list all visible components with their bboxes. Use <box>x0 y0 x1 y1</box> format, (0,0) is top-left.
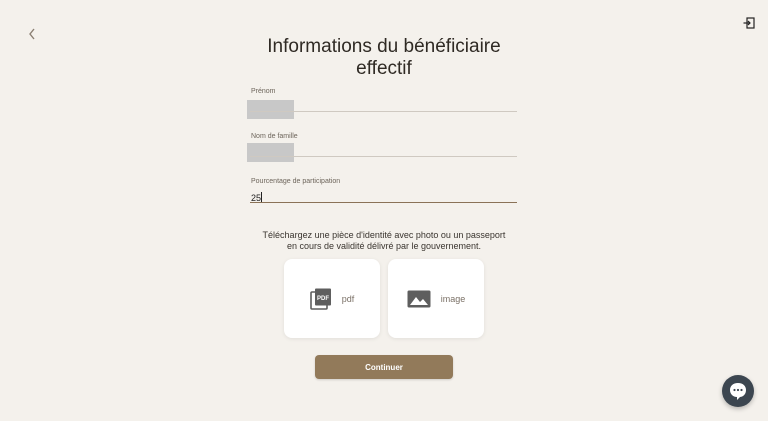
upload-image-button[interactable]: image <box>388 259 484 338</box>
first-name-underline <box>250 111 517 112</box>
logout-icon <box>743 17 755 29</box>
first-name-redacted-value <box>247 100 294 119</box>
last-name-field[interactable]: Nom de famille <box>247 133 517 162</box>
upload-pdf-label: pdf <box>341 293 355 304</box>
continue-button[interactable]: Continuer <box>315 355 453 379</box>
participation-underline <box>250 202 517 203</box>
page-title-line-1: Informations du bénéficiaire <box>267 36 501 57</box>
image-icon <box>407 290 431 307</box>
upload-image-label: image <box>440 293 466 304</box>
upload-pdf-button[interactable]: PDF pdf <box>284 259 380 338</box>
chat-button[interactable] <box>722 375 754 407</box>
chat-bubble-icon <box>730 383 746 400</box>
participation-label: Pourcentage de participation <box>251 178 341 185</box>
participation-field[interactable]: Pourcentage de participation 25 <box>250 178 517 204</box>
svg-text:PDF: PDF <box>317 296 329 302</box>
upload-instructions-line-1: Téléchargez une pièce d'identité avec ph… <box>262 230 506 240</box>
last-name-label: Nom de famille <box>251 133 298 140</box>
upload-instructions-line-2: en cours de validité délivré par le gouv… <box>286 241 482 251</box>
page-title: Informations du bénéficiaire effectif <box>0 36 768 80</box>
upload-instructions: Téléchargez une pièce d'identité avec ph… <box>0 230 768 252</box>
last-name-redacted-value <box>247 143 294 162</box>
last-name-underline <box>250 156 517 157</box>
first-name-field[interactable]: Prénom <box>247 88 517 119</box>
logout-button[interactable] <box>740 14 758 32</box>
first-name-label: Prénom <box>251 88 276 95</box>
page-title-line-2: effectif <box>356 58 412 79</box>
pdf-icon: PDF <box>309 288 331 310</box>
